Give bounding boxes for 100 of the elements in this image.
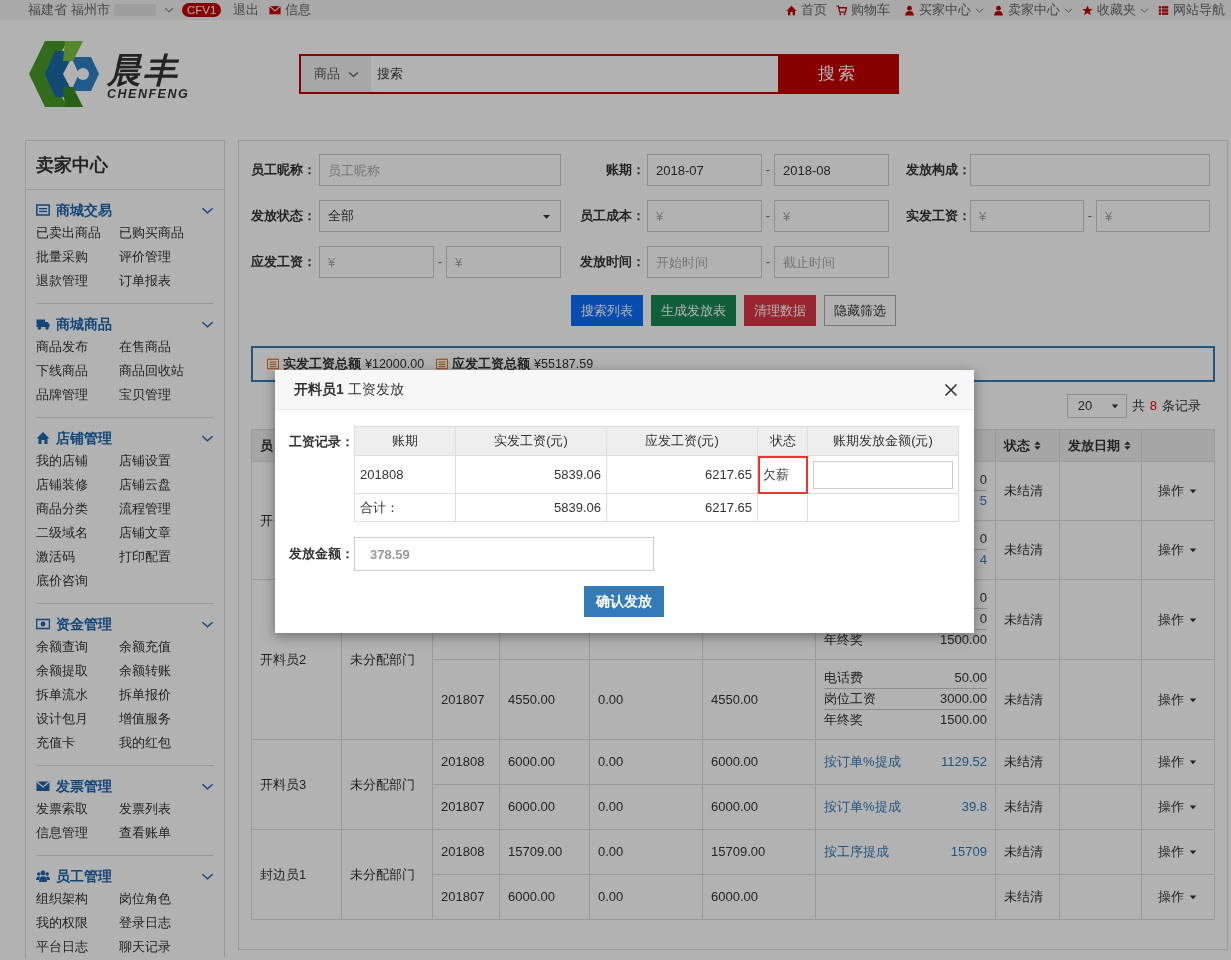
input-field[interactable]: ¥	[319, 246, 434, 278]
sidebar-item[interactable]: 我的店铺	[36, 449, 119, 473]
action-button[interactable]: 清理数据	[743, 295, 816, 326]
detail-label[interactable]: 按订单%提成	[824, 751, 901, 773]
sidebar-item[interactable]: 店铺设置	[119, 449, 202, 473]
sidebar-item[interactable]: 商品分类	[36, 497, 119, 521]
nav-link-text[interactable]: 卖家中心	[1008, 0, 1060, 20]
sidebar-item[interactable]: 查看账单	[119, 821, 202, 845]
sidebar-item[interactable]: 余额转账	[119, 659, 202, 683]
input-field[interactable]: ¥	[774, 200, 889, 232]
logout-link[interactable]: 退出	[233, 0, 260, 20]
sidebar-item[interactable]: 底价咨询	[36, 569, 119, 593]
sidebar-item[interactable]: 余额提取	[36, 659, 119, 683]
sidebar-item[interactable]: 评价管理	[119, 245, 202, 269]
table-cell: 6217.65	[606, 455, 758, 494]
sidebar-item[interactable]: 品牌管理	[36, 383, 119, 407]
detail-label: 电话费	[824, 669, 863, 687]
input-field[interactable]: ¥	[446, 246, 561, 278]
category-select[interactable]: 商品	[301, 56, 372, 92]
sidebar-item[interactable]: 下线商品	[36, 359, 119, 383]
range-separator: -	[764, 207, 772, 226]
detail-amount[interactable]: 1129.52	[940, 751, 987, 773]
sidebar-item[interactable]: 店铺文章	[119, 521, 202, 545]
sidebar-item[interactable]: 商品发布	[36, 335, 119, 359]
messages-link[interactable]: 信息	[285, 0, 312, 20]
table-cell: 0.00	[598, 799, 624, 815]
sidebar-item[interactable]: 在售商品	[119, 335, 202, 359]
input-field[interactable]	[970, 154, 1210, 186]
section-title: 商城交易	[56, 200, 113, 220]
sidebar-item[interactable]: 平台日志	[36, 935, 119, 959]
sidebar-item[interactable]: 流程管理	[119, 497, 202, 521]
detail-amount: 0	[979, 530, 987, 548]
input-field[interactable]: 开始时间	[647, 246, 762, 278]
nav-link-text[interactable]: 购物车	[851, 0, 890, 20]
sidebar-item[interactable]: 激活码	[36, 545, 119, 569]
select-field[interactable]: 全部	[319, 200, 561, 232]
sidebar-item[interactable]: 我的红包	[119, 731, 202, 755]
page-size-select[interactable]: 20	[1066, 394, 1127, 418]
sidebar-item[interactable]: 宝贝管理	[119, 383, 202, 407]
column-header: 状态	[757, 426, 808, 456]
sidebar-item[interactable]: 增值服务	[119, 707, 202, 731]
sidebar-item[interactable]: 我的权限	[36, 911, 119, 935]
confirm-button[interactable]: 确认发放	[584, 586, 664, 617]
sidebar-item[interactable]: 登录日志	[119, 911, 202, 935]
status-cell: 欠薪	[757, 455, 808, 494]
detail-amount[interactable]: 5	[979, 491, 987, 512]
detail-label[interactable]: 按订单%提成	[824, 796, 901, 818]
search-button[interactable]: 搜索	[778, 56, 898, 92]
detail-amount: 3000.00	[940, 690, 987, 708]
input-field[interactable]: 2018-07	[647, 154, 762, 186]
field-label: 发放状态：	[251, 207, 317, 226]
sidebar-item[interactable]: 打印配置	[119, 545, 202, 569]
detail-amount[interactable]: 15709	[950, 841, 987, 863]
sidebar-item[interactable]: 退款管理	[36, 269, 119, 293]
nav-link-text[interactable]: 收藏夹	[1097, 0, 1136, 20]
input-field[interactable]: 2018-08	[774, 154, 889, 186]
sidebar-item[interactable]: 二级域名	[36, 521, 119, 545]
sidebar-item[interactable]: 组织架构	[36, 887, 119, 911]
sidebar-item[interactable]: 余额查询	[36, 635, 119, 659]
sidebar-item[interactable]: 店铺云盘	[119, 473, 202, 497]
action-button[interactable]: 操作	[1158, 540, 1198, 560]
sidebar-item[interactable]: 商品回收站	[119, 359, 202, 383]
sidebar-item[interactable]: 聊天记录	[119, 935, 202, 959]
user-icon	[904, 4, 915, 16]
sidebar-item[interactable]: 设计包月	[36, 707, 119, 731]
sidebar-item[interactable]: 拆单报价	[119, 683, 202, 707]
sidebar-item[interactable]: 发票列表	[119, 797, 202, 821]
input-field[interactable]: ¥	[970, 200, 1084, 232]
sidebar-item[interactable]: 充值卡	[36, 731, 119, 755]
detail-amount[interactable]: 39.8	[961, 796, 987, 818]
sort-icon[interactable]	[1122, 439, 1133, 451]
action-button[interactable]: 搜索列表	[570, 295, 643, 326]
detail-label[interactable]: 按工序提成	[824, 841, 889, 863]
sidebar-item[interactable]: 批量采购	[36, 245, 119, 269]
detail-amount[interactable]: 4	[979, 550, 987, 571]
close-button[interactable]	[944, 382, 958, 397]
input-field[interactable]: ¥	[1096, 200, 1210, 232]
sidebar-item[interactable]: 信息管理	[36, 821, 119, 845]
action-button[interactable]: 操作	[1158, 481, 1198, 501]
input-field[interactable]: ¥	[647, 200, 762, 232]
table-cell: 6000.00	[711, 799, 758, 815]
input-field[interactable]	[813, 460, 953, 489]
search-bar[interactable]: 商品 搜索 搜索	[299, 54, 900, 94]
action-button[interactable]: 生成发放表	[650, 295, 736, 326]
nav-link-text[interactable]: 网站导航	[1173, 0, 1225, 20]
sidebar-item[interactable]: 拆单流水	[36, 683, 119, 707]
action-button[interactable]: 操作	[1158, 609, 1198, 630]
column-header: 发放日期	[1068, 437, 1120, 453]
sidebar-item[interactable]: 订单报表	[119, 269, 202, 293]
nav-link-text[interactable]: 买家中心	[919, 0, 971, 20]
action-button[interactable]: 操作	[1158, 689, 1198, 710]
action-button[interactable]: 隐藏筛选	[823, 295, 896, 326]
sidebar-item[interactable]: 岗位角色	[119, 887, 202, 911]
sidebar-item[interactable]: 发票索取	[36, 797, 119, 821]
sidebar-item[interactable]: 已购买商品	[119, 221, 202, 245]
sidebar-item[interactable]: 余额充值	[119, 635, 202, 659]
sidebar-item[interactable]: 已卖出商品	[36, 221, 119, 245]
sidebar-item[interactable]: 店铺装修	[36, 473, 119, 497]
sort-icon[interactable]	[1032, 439, 1043, 451]
nav-link-text[interactable]: 首页	[801, 0, 827, 20]
